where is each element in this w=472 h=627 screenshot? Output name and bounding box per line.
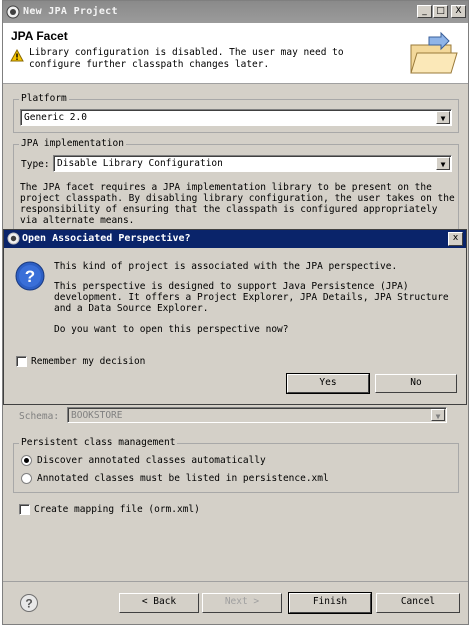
create-mapping-checkbox[interactable] <box>19 504 30 515</box>
jpa-implementation-label: JPA implementation <box>19 138 126 149</box>
button-bar-separator <box>3 581 468 582</box>
chevron-down-icon[interactable]: ▼ <box>436 157 450 170</box>
listed-classes-radio[interactable] <box>21 473 32 484</box>
header-message: Library configuration is disabled. The u… <box>29 47 344 70</box>
eclipse-icon <box>7 232 20 245</box>
platform-combo[interactable]: Generic 2.0 ▼ <box>20 109 452 126</box>
dialog-message-1: This kind of project is associated with … <box>54 261 398 272</box>
page-title: JPA Facet <box>11 29 68 43</box>
type-combo[interactable]: Disable Library Configuration ▼ <box>53 155 452 172</box>
discover-classes-label[interactable]: Discover annotated classes automatically <box>37 455 266 466</box>
open-perspective-dialog: Open Associated Perspective? x ? This ki… <box>3 229 467 405</box>
platform-label: Platform <box>19 93 69 104</box>
dialog-titlebar: Open Associated Perspective? x <box>4 230 466 248</box>
dialog-message-3: Do you want to open this perspective now… <box>54 324 289 335</box>
type-value: Disable Library Configuration <box>57 158 223 169</box>
next-button[interactable]: Next > <box>202 593 282 613</box>
wizard-header: JPA Facet Library configuration is disab… <box>3 23 468 84</box>
create-mapping-label[interactable]: Create mapping file (orm.xml) <box>34 504 200 515</box>
svg-text:?: ? <box>25 597 32 611</box>
minimize-button[interactable]: _ <box>417 5 432 18</box>
chevron-down-icon[interactable]: ▼ <box>431 409 445 421</box>
jpa-implementation-description: The JPA facet requires a JPA implementat… <box>20 182 455 226</box>
eclipse-icon <box>6 5 20 19</box>
schema-combo[interactable]: BOOKSTORE ▼ <box>67 407 447 423</box>
close-button[interactable]: X <box>451 5 466 18</box>
window-title: New JPA Project <box>23 6 118 17</box>
window-titlebar: New JPA Project _ □ X <box>3 1 468 23</box>
finish-button[interactable]: Finish <box>288 592 372 614</box>
help-icon[interactable]: ? <box>19 593 39 613</box>
warning-icon <box>10 49 24 62</box>
folder-banner-icon <box>410 31 458 74</box>
yes-button[interactable]: Yes <box>286 373 370 394</box>
maximize-button[interactable]: □ <box>433 5 448 18</box>
schema-label: Schema: <box>19 411 60 422</box>
cancel-button[interactable]: Cancel <box>376 593 460 613</box>
platform-value: Generic 2.0 <box>24 112 87 123</box>
discover-classes-radio[interactable] <box>21 455 32 466</box>
persistent-class-label: Persistent class management <box>19 437 178 448</box>
schema-value: BOOKSTORE <box>71 410 123 421</box>
chevron-down-icon[interactable]: ▼ <box>436 111 450 124</box>
type-label: Type: <box>21 159 50 170</box>
svg-text:?: ? <box>25 267 35 286</box>
remember-decision-label[interactable]: Remember my decision <box>31 356 145 367</box>
back-button[interactable]: < Back <box>119 593 199 613</box>
persistent-class-group <box>13 443 459 493</box>
dialog-close-button[interactable]: x <box>448 232 463 246</box>
listed-classes-label[interactable]: Annotated classes must be listed in pers… <box>37 473 329 484</box>
remember-decision-checkbox[interactable] <box>16 356 27 367</box>
dialog-title: Open Associated Perspective? <box>22 233 191 244</box>
dialog-message-2: This perspective is designed to support … <box>54 281 449 314</box>
question-icon: ? <box>15 261 45 291</box>
no-button[interactable]: No <box>375 374 457 393</box>
